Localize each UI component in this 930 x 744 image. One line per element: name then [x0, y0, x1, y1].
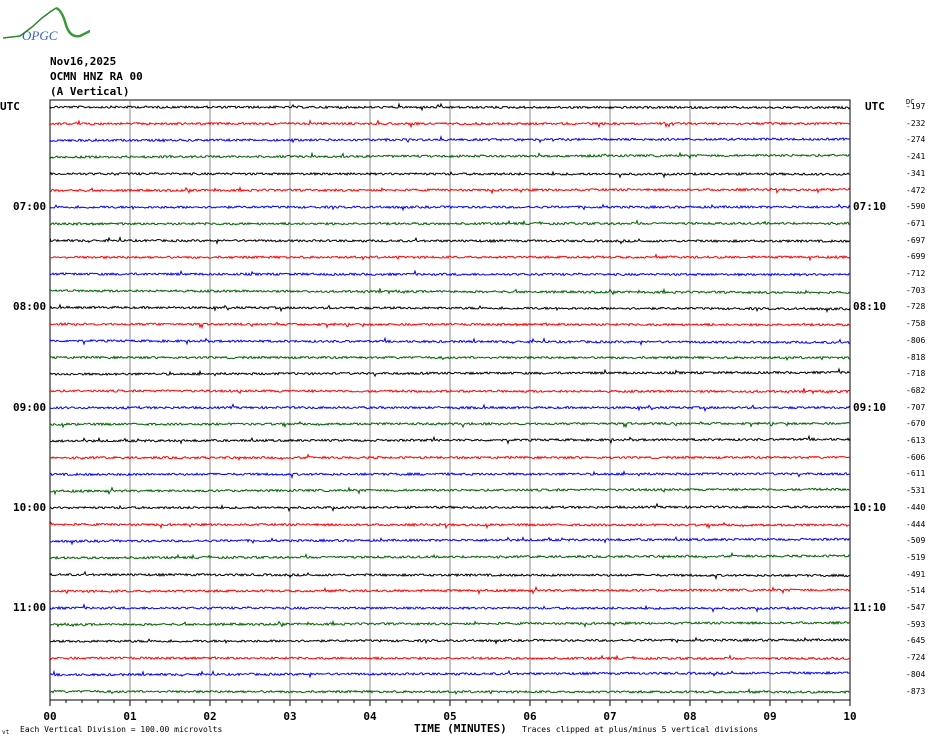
corner-mark: vt	[2, 729, 10, 736]
dc-offset-label: -645	[906, 636, 926, 646]
x-tick-01: 01	[123, 710, 137, 723]
dc-offset-label: -613	[906, 436, 926, 445]
scale-note: Each Vertical Division = 100.00 microvol…	[20, 725, 223, 734]
dc-offset-label: -873	[906, 686, 926, 696]
dc-offset-label: -491	[906, 569, 926, 579]
seismogram-plot	[49, 99, 851, 706]
right-time-label: 10:10	[853, 500, 887, 514]
dc-offset-label: -703	[906, 285, 926, 295]
dc-offset-label: -590	[906, 202, 926, 212]
left-time-label: 09:00	[13, 400, 47, 414]
dc-offset-label: -806	[906, 335, 926, 345]
dc-offset-label: -341	[906, 168, 926, 178]
dc-offset-label: -728	[906, 302, 926, 312]
dc-offset-label: -724	[906, 653, 926, 663]
left-time-label: 11:00	[13, 601, 47, 614]
dc-offset-label: -671	[906, 218, 926, 228]
dc-offset-label: -804	[906, 669, 926, 679]
dc-offset-label: -531	[906, 486, 926, 496]
x-tick-07: 07	[603, 710, 617, 723]
right-time-label: 09:10	[853, 400, 887, 414]
x-axis-title: TIME (MINUTES)	[414, 722, 507, 735]
x-tick-06: 06	[523, 710, 537, 723]
right-time-label: 07:10	[853, 200, 887, 214]
dc-offset-label: -232	[906, 118, 926, 128]
dc-offset-label: -670	[906, 419, 926, 429]
x-tick-00: 00	[43, 710, 57, 723]
logo: OPGC	[0, 0, 90, 45]
right-time-label: 11:10	[853, 601, 887, 614]
dc-offset-label: -606	[906, 452, 926, 462]
dc-offset-label: -699	[906, 252, 926, 262]
dc-offset-label: -514	[906, 586, 926, 596]
dc-offset-label: -682	[906, 385, 926, 395]
right-utc-label: UTC	[865, 100, 885, 113]
dc-offset-label: -593	[906, 619, 926, 629]
x-tick-09: 09	[763, 710, 777, 723]
left-time-label: 07:00	[13, 200, 47, 214]
x-tick-03: 03	[283, 710, 297, 723]
x-tick-02: 02	[203, 710, 217, 723]
date-label: Nov16,2025	[50, 55, 117, 68]
dc-offset-label: -519	[906, 552, 926, 562]
dc-offset-label: -440	[906, 502, 926, 512]
left-utc-label: UTC	[0, 100, 20, 113]
dc-offset-label: -509	[906, 536, 926, 546]
dc-offset-label: -707	[906, 402, 926, 412]
dc-offset-label: -611	[906, 469, 926, 479]
x-tick-04: 04	[363, 710, 377, 723]
dc-offset-label: -712	[906, 269, 926, 278]
logo-mountain-icon: OPGC	[2, 6, 90, 43]
dc-offset-label: -697	[906, 235, 926, 245]
dc-offset-label: -547	[906, 603, 926, 612]
clip-note: Traces clipped at plus/minus 5 vertical …	[522, 725, 759, 734]
dc-offset-label: -758	[906, 319, 926, 329]
dc-offset-label: -818	[906, 352, 926, 362]
dc-offset-label: -718	[906, 369, 926, 379]
left-time-label: 10:00	[13, 500, 47, 514]
svg-text:OPGC: OPGC	[22, 28, 58, 43]
left-time-label: 08:00	[13, 300, 47, 314]
dc-offset-label: -241	[906, 152, 926, 162]
dc-offset-label: -197	[906, 102, 926, 111]
component-label: (A Vertical)	[50, 85, 130, 98]
dc-offset-label: -444	[906, 519, 926, 529]
x-tick-08: 08	[683, 710, 697, 723]
dc-offset-label: -472	[906, 185, 926, 195]
x-tick-10: 10	[843, 710, 857, 723]
right-time-label: 08:10	[853, 300, 887, 314]
station-label: OCMN HNZ RA 00	[50, 70, 143, 83]
dc-offset-label: -274	[906, 135, 926, 145]
